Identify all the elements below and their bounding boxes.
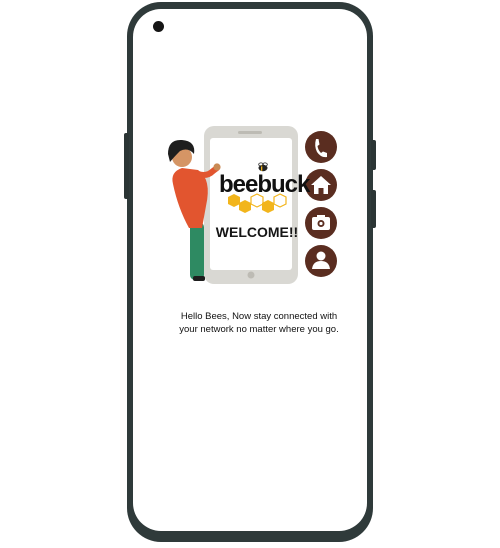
tagline-line-1: Hello Bees, Now stay connected with [180,311,338,322]
illustration-phone-home-key [247,271,255,279]
tagline-line-2: your network no matter where you go. [179,324,339,335]
illustration-phone-speaker [238,131,262,134]
home-icon[interactable] [305,169,337,201]
side-button [371,190,376,228]
welcome-heading: WELCOME!! [215,224,299,240]
app-stage: beebuck WELCOME!! Hello Bees, Now stay c… [0,0,500,548]
phone-icon[interactable] [305,131,337,163]
welcome-illustration [168,126,337,284]
brand-logo-text: beebuck [219,171,310,198]
power-button [371,140,376,170]
welcome-tagline: Hello Bees, Now stay connected with your… [168,310,350,336]
volume-button [124,133,129,199]
camera-icon[interactable] [305,207,337,239]
front-camera [153,21,164,32]
user-icon[interactable] [305,245,337,277]
